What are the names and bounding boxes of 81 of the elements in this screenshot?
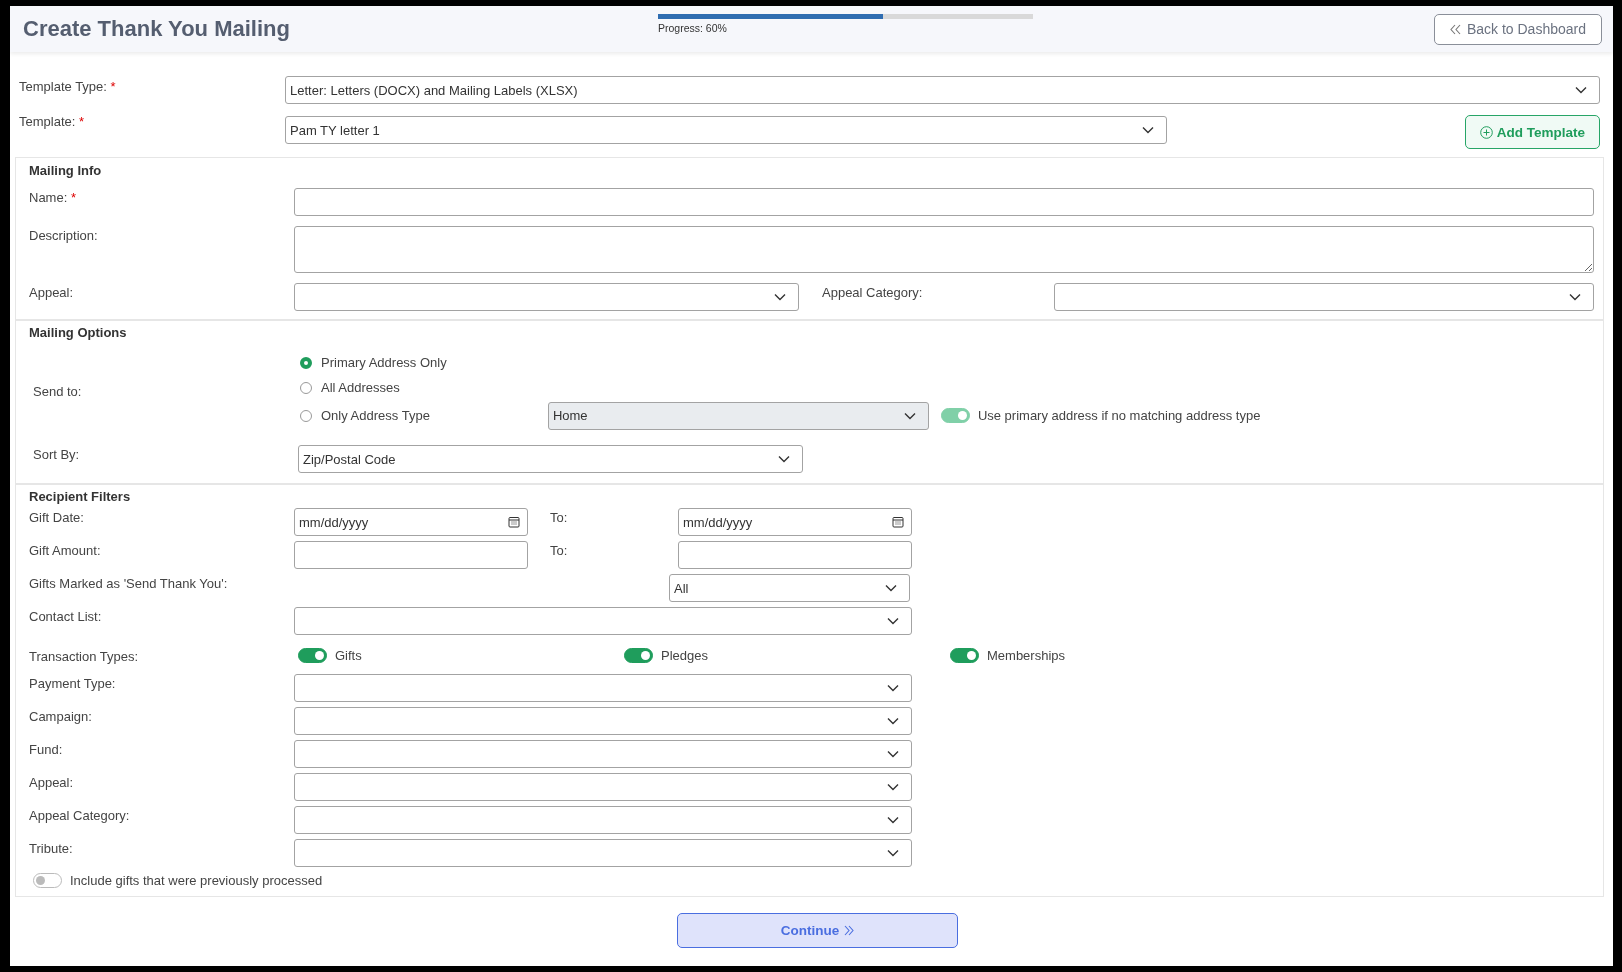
template-dropdown[interactable]: Pam TY letter 1 [285,116,1167,144]
toggle-label: Use primary address if no matching address type [977,408,1261,423]
double-chevron-left-icon [1449,23,1461,35]
radio-label: Only Address Type [321,408,430,423]
toggle-label: Include gifts that were previously processed [70,873,323,888]
field-label: Tribute: [29,840,74,856]
date-field[interactable]: mm/dd/yyyy [678,508,912,536]
page-title: Create Thank You Mailing [23,16,291,42]
field-label: Gift Date: [29,509,85,525]
gift-amount-field[interactable] [678,541,912,569]
field-label: Description: [29,227,99,243]
filter-dropdown[interactable] [294,674,912,702]
toggle-switch[interactable] [33,873,62,888]
field-label: Template Type: * [19,78,117,94]
progress-label: Progress: 60% [658,22,728,34]
toggle-switch[interactable] [950,648,979,663]
chevron-down-icon [887,717,899,725]
section-title: Mailing Options [29,325,128,340]
appeal-category-dropdown[interactable] [1054,283,1594,311]
chevron-down-icon [887,684,899,692]
field-label: Contact List: [29,608,103,624]
field-label: Appeal Category: [29,807,131,823]
plus-circle-icon [1479,125,1493,139]
toggle-label: Gifts [335,648,362,663]
field-label: Appeal: [29,284,75,300]
back-to-dashboard-button[interactable]: Back to Dashboard [1433,13,1602,45]
filter-dropdown[interactable] [294,839,912,867]
field-label: Campaign: [29,708,93,724]
field-label: Payment Type: [29,675,117,691]
chevron-down-icon [887,849,899,857]
toggle-switch[interactable] [624,648,653,663]
toggle-label: Memberships [987,648,1066,663]
template-type-dropdown[interactable]: Letter: Letters (DOCX) and Mailing Labels (XLSX) [285,76,1600,104]
calendar-icon [892,516,904,528]
date-field[interactable]: mm/dd/yyyy [294,508,528,536]
radio-button[interactable] [300,409,312,422]
radio-label: Primary Address Only [321,355,447,370]
name-field[interactable] [294,188,1594,216]
field-label: Gifts Marked as 'Send Thank You': [29,575,229,591]
filter-dropdown[interactable] [294,773,912,801]
radio-button[interactable] [300,381,312,394]
gift-amount-field[interactable] [294,541,528,569]
field-label: Fund: [29,741,64,757]
chevron-down-icon [887,783,899,791]
contact-list-dropdown[interactable] [294,607,912,635]
field-label: Send to: [32,383,83,399]
chevron-down-icon [887,816,899,824]
continue-button[interactable]: Continue [677,913,958,948]
filter-dropdown[interactable] [294,707,912,735]
chevron-down-icon [774,293,786,301]
section-title: Recipient Filters [29,489,132,504]
send-thank-you-dropdown[interactable]: All [669,574,910,602]
sort-by-dropdown[interactable]: Zip/Postal Code [298,445,803,473]
toggle-switch[interactable] [298,648,327,663]
chevron-down-icon [887,617,899,625]
chevron-down-icon [1575,86,1587,94]
radio-button[interactable] [300,356,312,369]
description-field[interactable] [294,226,1594,273]
chevron-down-icon [885,584,897,592]
field-label: Gift Amount: [29,542,102,558]
chevron-down-icon [1569,293,1581,301]
radio-label: All Addresses [321,380,400,395]
field-label: To: [549,509,569,525]
appeal-dropdown[interactable] [294,283,799,311]
field-label: Appeal Category: [821,284,924,300]
filter-dropdown[interactable] [294,740,912,768]
field-label: Template: * [19,113,86,129]
calendar-icon [508,516,520,528]
chevron-down-icon [903,411,916,420]
chevron-down-icon [778,455,790,463]
field-label: Sort By: [32,446,81,462]
field-label: Transaction Types: [29,648,140,664]
field-label: Name: * [29,189,77,205]
chevron-down-icon [1142,126,1154,134]
filter-dropdown[interactable] [294,806,912,834]
field-label: Appeal: [29,774,75,790]
toggle-label: Pledges [661,648,708,663]
section-title: Mailing Info [29,163,103,178]
field-label: To: [549,542,569,558]
double-chevron-right-icon [844,925,855,936]
chevron-down-icon [887,750,899,758]
